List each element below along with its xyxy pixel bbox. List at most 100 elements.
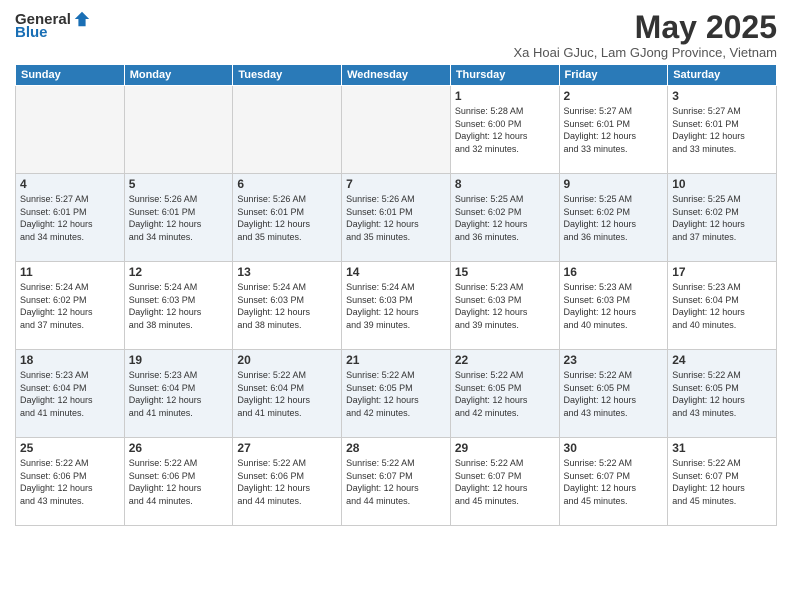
day-number: 15: [455, 265, 555, 279]
calendar-cell: 29Sunrise: 5:22 AM Sunset: 6:07 PM Dayli…: [450, 438, 559, 526]
day-number: 1: [455, 89, 555, 103]
logo-icon: [73, 10, 91, 28]
day-number: 22: [455, 353, 555, 367]
header-saturday: Saturday: [668, 65, 777, 86]
calendar-cell: 6 Sunrise: 5:26 AM Sunset: 6:01 PM Daylig…: [233, 174, 342, 262]
calendar-cell: 2Sunrise: 5:27 AM Sunset: 6:01 PM Daylig…: [559, 86, 668, 174]
calendar-cell: 4 Sunrise: 5:27 AM Sunset: 6:01 PM Daylig…: [16, 174, 125, 262]
calendar-cell: 31 Sunrise: 5:22 AM Sunset: 6:07 PM Dayli…: [668, 438, 777, 526]
day-number: 8: [455, 177, 555, 191]
day-number: 27: [237, 441, 337, 455]
day-number: 25: [20, 441, 120, 455]
calendar-cell: 12 Sunrise: 5:24 AM Sunset: 6:03 PM Dayli…: [124, 262, 233, 350]
day-info: Sunrise: 5:24 AM Sunset: 6:03 PM Dayligh…: [129, 281, 229, 331]
day-info: Sunrise: 5:27 AM Sunset: 6:01 PM Dayligh…: [672, 105, 772, 155]
day-number: 17: [672, 265, 772, 279]
calendar-table: Sunday Monday Tuesday Wednesday Thursday…: [15, 64, 777, 526]
calendar-cell: 21 Sunrise: 5:22 AM Sunset: 6:05 PM Dayli…: [342, 350, 451, 438]
day-info: Sunrise: 5:23 AM Sunset: 6:04 PM Dayligh…: [672, 281, 772, 331]
calendar-cell: 27 Sunrise: 5:22 AM Sunset: 6:06 PM Dayli…: [233, 438, 342, 526]
day-info: Sunrise: 5:24 AM Sunset: 6:02 PM Dayligh…: [20, 281, 120, 331]
day-number: 30: [564, 441, 664, 455]
calendar-cell: 8 Sunrise: 5:25 AM Sunset: 6:02 PM Daylig…: [450, 174, 559, 262]
day-info: Sunrise: 5:25 AM Sunset: 6:02 PM Dayligh…: [564, 193, 664, 243]
week-row-1: 1 Sunrise: 5:28 AM Sunset: 6:00 PM Daylig…: [16, 86, 777, 174]
header-wednesday: Wednesday: [342, 65, 451, 86]
day-info: Sunrise: 5:24 AM Sunset: 6:03 PM Dayligh…: [237, 281, 337, 331]
day-number: 29: [455, 441, 555, 455]
day-number: 28: [346, 441, 446, 455]
calendar-cell: 17 Sunrise: 5:23 AM Sunset: 6:04 PM Dayli…: [668, 262, 777, 350]
header-thursday: Thursday: [450, 65, 559, 86]
calendar-cell: 3 Sunrise: 5:27 AM Sunset: 6:01 PM Daylig…: [668, 86, 777, 174]
calendar-cell: 16 Sunrise: 5:23 AM Sunset: 6:03 PM Dayli…: [559, 262, 668, 350]
day-number: 10: [672, 177, 772, 191]
calendar-cell: 13 Sunrise: 5:24 AM Sunset: 6:03 PM Dayli…: [233, 262, 342, 350]
day-info: Sunrise: 5:22 AM Sunset: 6:06 PM Dayligh…: [129, 457, 229, 507]
day-number: 3: [672, 89, 772, 103]
calendar-cell: 5Sunrise: 5:26 AM Sunset: 6:01 PM Daylig…: [124, 174, 233, 262]
day-info: Sunrise: 5:27 AM Sunset: 6:01 PM Dayligh…: [20, 193, 120, 243]
calendar-cell: 10 Sunrise: 5:25 AM Sunset: 6:02 PM Dayli…: [668, 174, 777, 262]
calendar-cell: 14Sunrise: 5:24 AM Sunset: 6:03 PM Dayli…: [342, 262, 451, 350]
day-number: 20: [237, 353, 337, 367]
day-info: Sunrise: 5:25 AM Sunset: 6:02 PM Dayligh…: [455, 193, 555, 243]
logo: General Blue: [15, 10, 91, 41]
month-title: May 2025: [514, 10, 778, 45]
week-row-3: 11Sunrise: 5:24 AM Sunset: 6:02 PM Dayli…: [16, 262, 777, 350]
day-info: Sunrise: 5:23 AM Sunset: 6:03 PM Dayligh…: [564, 281, 664, 331]
calendar-cell: [16, 86, 125, 174]
day-info: Sunrise: 5:22 AM Sunset: 6:05 PM Dayligh…: [672, 369, 772, 419]
weekday-header-row: Sunday Monday Tuesday Wednesday Thursday…: [16, 65, 777, 86]
day-number: 26: [129, 441, 229, 455]
calendar-cell: 24 Sunrise: 5:22 AM Sunset: 6:05 PM Dayli…: [668, 350, 777, 438]
header-monday: Monday: [124, 65, 233, 86]
calendar-cell: 15Sunrise: 5:23 AM Sunset: 6:03 PM Dayli…: [450, 262, 559, 350]
calendar-cell: [124, 86, 233, 174]
day-info: Sunrise: 5:25 AM Sunset: 6:02 PM Dayligh…: [672, 193, 772, 243]
calendar-cell: [233, 86, 342, 174]
day-info: Sunrise: 5:22 AM Sunset: 6:07 PM Dayligh…: [672, 457, 772, 507]
day-info: Sunrise: 5:22 AM Sunset: 6:07 PM Dayligh…: [564, 457, 664, 507]
day-info: Sunrise: 5:22 AM Sunset: 6:04 PM Dayligh…: [237, 369, 337, 419]
day-number: 6: [237, 177, 337, 191]
day-number: 4: [20, 177, 120, 191]
day-number: 16: [564, 265, 664, 279]
calendar-cell: 19Sunrise: 5:23 AM Sunset: 6:04 PM Dayli…: [124, 350, 233, 438]
day-info: Sunrise: 5:22 AM Sunset: 6:06 PM Dayligh…: [237, 457, 337, 507]
day-number: 21: [346, 353, 446, 367]
calendar-cell: 25Sunrise: 5:22 AM Sunset: 6:06 PM Dayli…: [16, 438, 125, 526]
week-row-4: 18 Sunrise: 5:23 AM Sunset: 6:04 PM Dayli…: [16, 350, 777, 438]
day-number: 24: [672, 353, 772, 367]
calendar-cell: 28 Sunrise: 5:22 AM Sunset: 6:07 PM Dayli…: [342, 438, 451, 526]
week-row-5: 25 Sunrise: 5:22 AM Sunset: 6:06 PM Dayli…: [16, 438, 777, 526]
day-info: Sunrise: 5:28 AM Sunset: 6:00 PM Dayligh…: [455, 105, 555, 155]
day-info: Sunrise: 5:22 AM Sunset: 6:05 PM Dayligh…: [564, 369, 664, 419]
day-number: 18: [20, 353, 120, 367]
day-info: Sunrise: 5:22 AM Sunset: 6:05 PM Dayligh…: [455, 369, 555, 419]
day-info: Sunrise: 5:26 AM Sunset: 6:01 PM Dayligh…: [346, 193, 446, 243]
day-info: Sunrise: 5:23 AM Sunset: 6:04 PM Dayligh…: [129, 369, 229, 419]
header-sunday: Sunday: [16, 65, 125, 86]
day-info: Sunrise: 5:23 AM Sunset: 6:04 PM Dayligh…: [20, 369, 120, 419]
logo-blue: Blue: [15, 24, 48, 41]
calendar-cell: 23 Sunrise: 5:22 AM Sunset: 6:05 PM Dayli…: [559, 350, 668, 438]
header-friday: Friday: [559, 65, 668, 86]
day-info: Sunrise: 5:27 AM Sunset: 6:01 PM Dayligh…: [564, 105, 664, 155]
calendar-cell: 7 Sunrise: 5:26 AM Sunset: 6:01 PM Daylig…: [342, 174, 451, 262]
day-info: Sunrise: 5:22 AM Sunset: 6:07 PM Dayligh…: [346, 457, 446, 507]
day-info: Sunrise: 5:22 AM Sunset: 6:05 PM Dayligh…: [346, 369, 446, 419]
calendar-cell: 1 Sunrise: 5:28 AM Sunset: 6:00 PM Daylig…: [450, 86, 559, 174]
calendar-cell: 9Sunrise: 5:25 AM Sunset: 6:02 PM Daylig…: [559, 174, 668, 262]
day-number: 13: [237, 265, 337, 279]
calendar-cell: 11Sunrise: 5:24 AM Sunset: 6:02 PM Dayli…: [16, 262, 125, 350]
day-info: Sunrise: 5:26 AM Sunset: 6:01 PM Dayligh…: [237, 193, 337, 243]
day-number: 12: [129, 265, 229, 279]
day-number: 31: [672, 441, 772, 455]
page-header: General Blue May 2025 Xa Hoai GJuc, Lam …: [15, 10, 777, 60]
day-number: 7: [346, 177, 446, 191]
day-number: 23: [564, 353, 664, 367]
calendar-cell: [342, 86, 451, 174]
day-number: 14: [346, 265, 446, 279]
calendar-cell: 22 Sunrise: 5:22 AM Sunset: 6:05 PM Dayli…: [450, 350, 559, 438]
